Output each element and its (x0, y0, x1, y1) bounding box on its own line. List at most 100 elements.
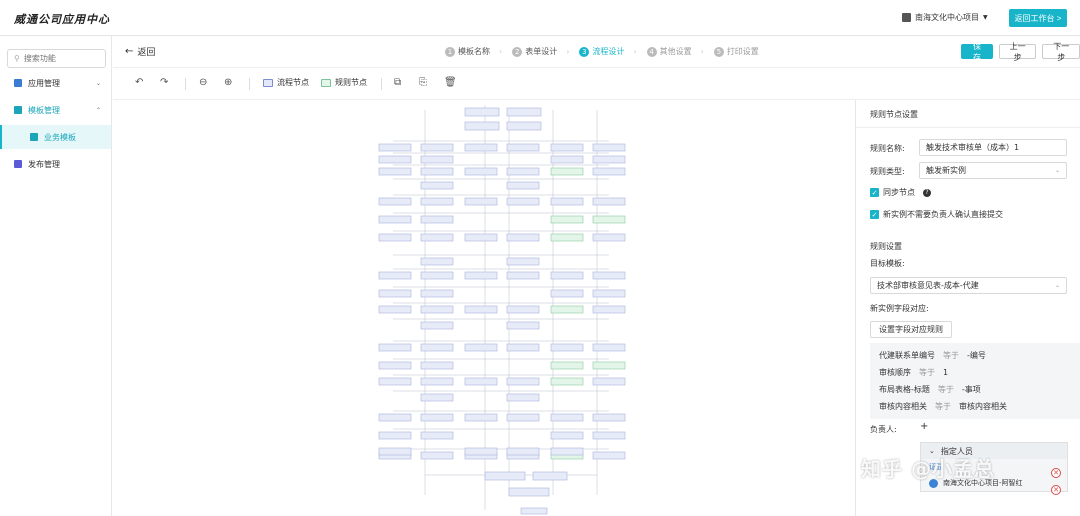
flow-node[interactable] (506, 305, 540, 314)
flow-node[interactable] (592, 377, 626, 386)
flow-node[interactable] (464, 197, 498, 206)
flow-node[interactable] (506, 321, 540, 330)
flow-node[interactable] (420, 271, 454, 280)
flow-node[interactable] (420, 167, 454, 176)
flow-node[interactable] (592, 413, 626, 422)
flow-node[interactable] (464, 413, 498, 422)
flow-node[interactable] (420, 143, 454, 152)
flow-node[interactable] (464, 143, 498, 152)
flow-node[interactable] (420, 361, 454, 370)
rule-node[interactable] (550, 377, 584, 386)
flow-node[interactable] (506, 233, 540, 242)
rule-node[interactable] (550, 167, 584, 176)
flow-node[interactable] (484, 471, 526, 481)
flow-node[interactable] (420, 377, 454, 386)
auto-submit-checkbox[interactable]: ✓ 新实例不需要负责人确认直接提交 (870, 209, 1003, 220)
flow-node[interactable] (464, 107, 500, 117)
flow-node[interactable] (592, 197, 626, 206)
flow-node[interactable] (464, 447, 498, 456)
flow-node[interactable] (592, 143, 626, 152)
flow-canvas[interactable] (113, 100, 855, 516)
flow-node[interactable] (506, 271, 540, 280)
flow-node[interactable] (592, 271, 626, 280)
flow-node[interactable] (420, 215, 454, 224)
delete-icon[interactable]: 🗑 (444, 77, 457, 88)
flow-node-tool[interactable]: 流程节点 (263, 77, 309, 88)
flow-node[interactable] (378, 143, 412, 152)
flow-node[interactable] (420, 181, 454, 190)
step-3[interactable]: 3 流程设计 › (579, 46, 637, 57)
flow-diagram[interactable] (113, 100, 855, 516)
flow-node[interactable] (506, 413, 540, 422)
flow-node[interactable] (464, 271, 498, 280)
step-4[interactable]: 4 其他设置 › (646, 46, 704, 57)
flow-node[interactable] (464, 121, 500, 131)
flow-node[interactable] (378, 233, 412, 242)
flow-node[interactable] (420, 289, 454, 298)
rule-node[interactable] (550, 305, 584, 314)
back-to-workspace-button[interactable]: 返回工作台 > (1009, 9, 1067, 27)
flow-node[interactable] (420, 413, 454, 422)
flow-node[interactable] (464, 233, 498, 242)
flow-node[interactable] (506, 343, 540, 352)
flow-node[interactable] (420, 305, 454, 314)
step-1[interactable]: 1 模板名称 › (445, 46, 502, 57)
flow-node[interactable] (378, 155, 412, 164)
rule-node[interactable] (592, 215, 626, 224)
help-icon[interactable]: ? (923, 188, 931, 197)
flow-node[interactable] (464, 377, 498, 386)
search-input[interactable] (23, 54, 94, 63)
flow-node[interactable] (378, 197, 412, 206)
rule-type-select[interactable]: 触发新实例 ⌄ (919, 162, 1067, 179)
flow-node[interactable] (520, 507, 548, 515)
flow-node[interactable] (592, 343, 626, 352)
remove-icon[interactable]: ✕ (1051, 485, 1061, 495)
flow-node[interactable] (464, 343, 498, 352)
flow-node[interactable] (506, 257, 540, 266)
flow-node[interactable] (464, 167, 498, 176)
flow-node[interactable] (550, 155, 584, 164)
flow-node[interactable] (378, 305, 412, 314)
flow-node[interactable] (592, 451, 626, 460)
flow-node[interactable] (506, 167, 540, 176)
flow-node[interactable] (506, 121, 542, 131)
flow-node[interactable] (592, 233, 626, 242)
flow-node[interactable] (378, 413, 412, 422)
flow-node[interactable] (506, 197, 540, 206)
sidebar-search[interactable]: ⚲ (7, 49, 106, 68)
flow-node[interactable] (420, 321, 454, 330)
back-button[interactable]: ← 返回 (125, 45, 155, 58)
flow-node[interactable] (378, 447, 412, 456)
flow-node[interactable] (420, 233, 454, 242)
flow-node[interactable] (506, 143, 540, 152)
flow-node[interactable] (378, 215, 412, 224)
zoom-in-icon[interactable]: ⊕ (224, 77, 232, 88)
rule-node[interactable] (550, 233, 584, 242)
flow-node[interactable] (506, 181, 540, 190)
flow-node[interactable] (592, 155, 626, 164)
flow-node[interactable] (506, 447, 540, 456)
target-template-select[interactable]: 技术部审核意见表-成本-代建 ⌄ (870, 277, 1067, 294)
flow-node[interactable] (420, 155, 454, 164)
flow-node[interactable] (506, 107, 542, 117)
rule-node[interactable] (550, 215, 584, 224)
sync-node-checkbox[interactable]: ✓ 同步节点 ? (870, 187, 931, 198)
remove-icon[interactable]: ✕ (1051, 468, 1061, 478)
sidebar-item-template-management[interactable]: 模板管理 ⌃ (0, 98, 111, 122)
paste-icon[interactable]: ⎘ (419, 77, 427, 88)
flow-node[interactable] (550, 197, 584, 206)
flow-node[interactable] (592, 289, 626, 298)
flow-node[interactable] (378, 289, 412, 298)
flow-node[interactable] (532, 471, 568, 481)
flow-node[interactable] (420, 343, 454, 352)
flow-node[interactable] (550, 413, 584, 422)
project-selector[interactable]: 南海文化中心项目 ▼ (902, 12, 988, 23)
flow-node[interactable] (550, 289, 584, 298)
flow-node[interactable] (420, 197, 454, 206)
add-owner-button[interactable]: + (920, 421, 928, 432)
next-step-button[interactable]: 下一步 (1042, 42, 1080, 62)
flow-node[interactable] (592, 305, 626, 314)
flow-node[interactable] (508, 487, 550, 497)
flow-node[interactable] (420, 451, 454, 460)
flow-node[interactable] (550, 343, 584, 352)
